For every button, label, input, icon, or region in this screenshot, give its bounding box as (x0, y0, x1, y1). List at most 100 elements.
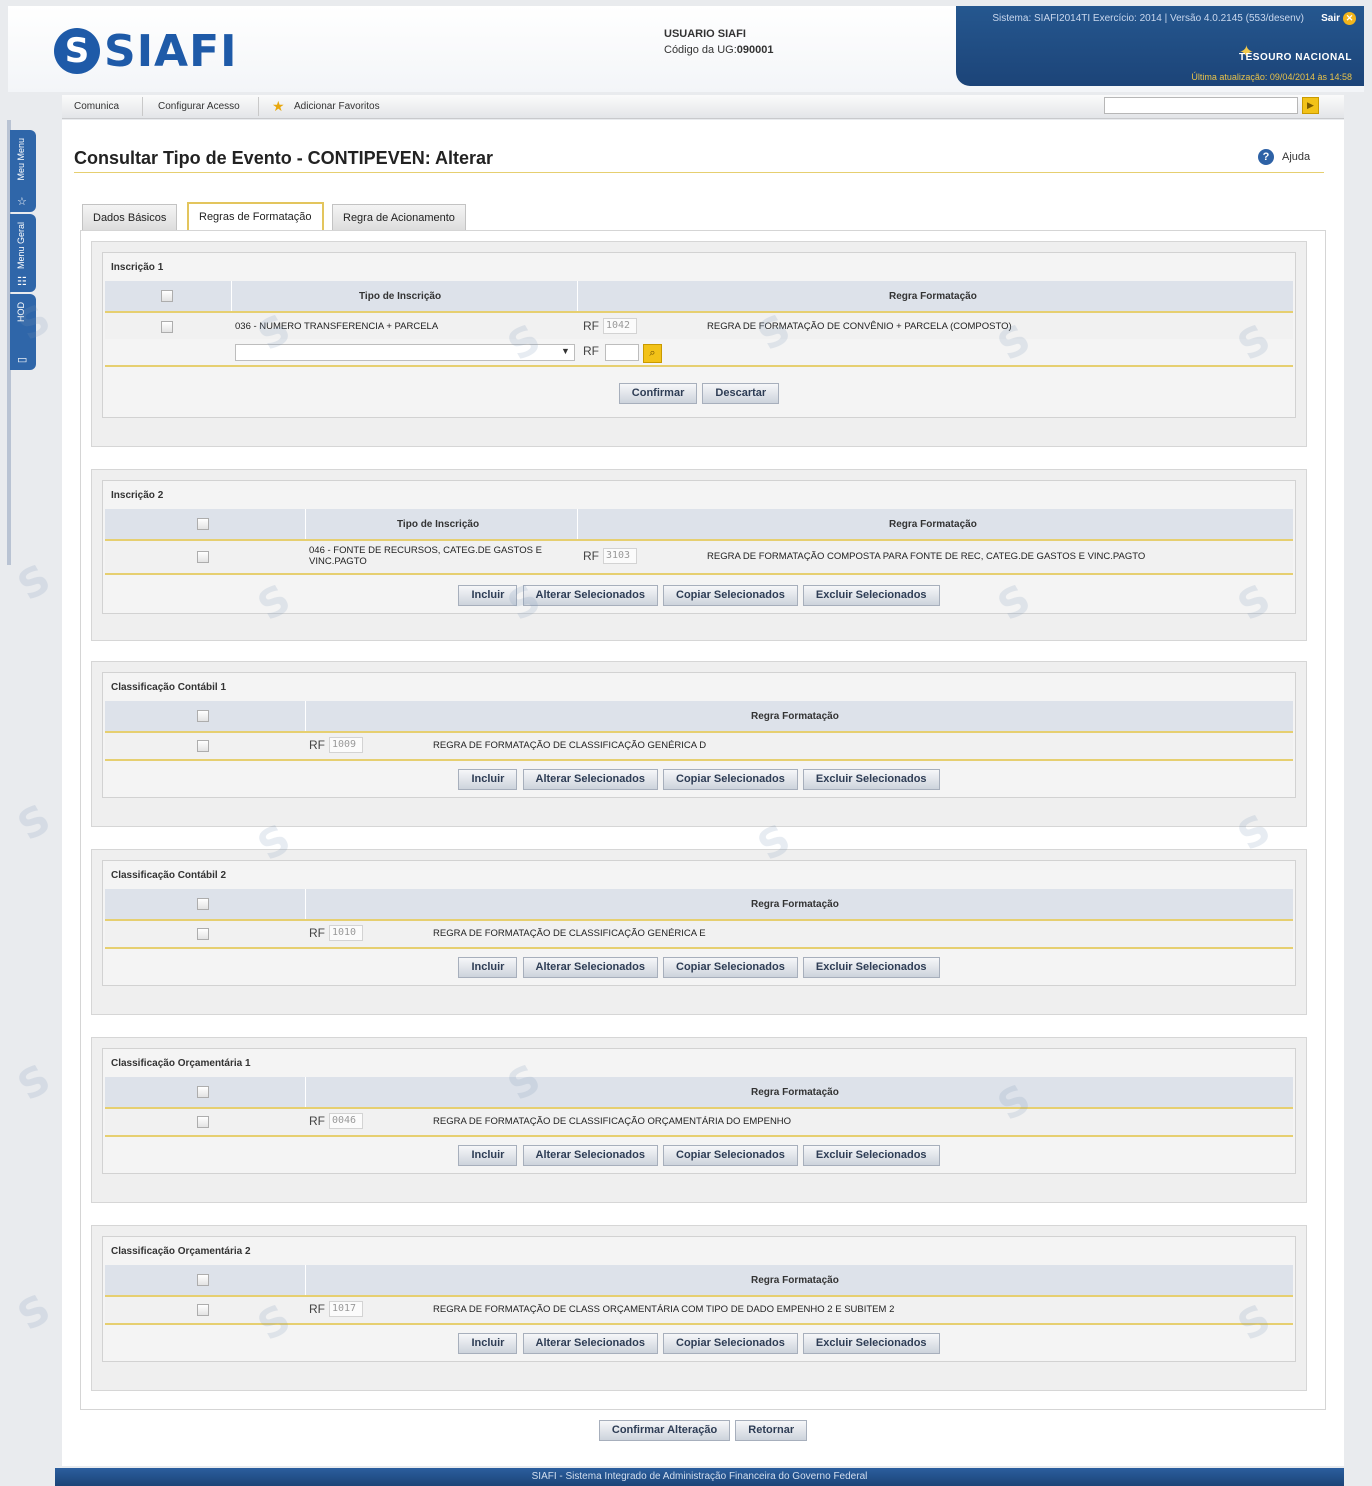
alterar-selecionados-button[interactable]: Alterar Selecionados (522, 1333, 658, 1354)
row-tipo-inscricao: 046 - FONTE DE RECURSOS, CATEG.DE GASTOS… (309, 545, 542, 567)
back-button[interactable]: Retornar (735, 1420, 808, 1441)
table-header: Regra Formatação (105, 701, 1293, 731)
column-separator (305, 701, 306, 731)
rf-code: 1017 (329, 1301, 363, 1317)
tab-regra-acionamento[interactable]: Regra de Acionamento (332, 204, 466, 231)
section-classificacao-orcamentaria-2: Classificação Orçamentária 2 Regra Forma… (91, 1225, 1307, 1391)
last-update: Última atualização: 09/04/2014 às 14:58 (1191, 72, 1352, 82)
section-inner: Classificação Contábil 1 Regra Formataçã… (102, 672, 1296, 798)
excluir-selecionados-button[interactable]: Excluir Selecionados (802, 585, 940, 606)
header: S SIAFI USUARIO SIAFI Código da UG:09000… (8, 6, 1364, 92)
select-all-checkbox[interactable] (197, 898, 209, 910)
table-row: RF 1009 REGRA DE FORMATAÇÃO DE CLASSIFIC… (105, 731, 1293, 761)
row-checkbox[interactable] (161, 321, 173, 333)
menu-configurar-acesso[interactable]: Configurar Acesso (158, 101, 240, 112)
rf-code: 1010 (329, 925, 363, 941)
chevron-down-icon[interactable]: ▼ (561, 346, 570, 356)
page-title: Consultar Tipo de Evento - CONTIPEVEN: A… (74, 148, 494, 168)
menu-adicionar-favoritos[interactable]: Adicionar Favoritos (294, 101, 380, 112)
section-inscricao-1: Inscrição 1 Tipo de Inscrição Regra Form… (91, 241, 1307, 447)
select-all-checkbox[interactable] (197, 710, 209, 722)
rf-input[interactable] (605, 344, 639, 361)
menu-search-go-icon[interactable]: ▶ (1302, 97, 1319, 114)
menu-comunica[interactable]: Comunica (74, 101, 119, 112)
row-actions: Incluir Alterar Selecionados Copiar Sele… (103, 1333, 1295, 1354)
side-tab-meu-menu[interactable]: Meu Menu ☆ (10, 130, 36, 212)
row-actions: Confirmar Descartar (103, 383, 1295, 404)
section-inner: Classificação Orçamentária 2 Regra Forma… (102, 1236, 1296, 1362)
column-separator (231, 281, 232, 311)
section-classificacao-orcamentaria-1: Classificação Orçamentária 1 Regra Forma… (91, 1037, 1307, 1203)
menu-search-input[interactable] (1104, 97, 1298, 114)
row-regra: REGRA DE FORMATAÇÃO DE CLASS ORÇAMENTÁRI… (433, 1304, 895, 1315)
row-checkbox[interactable] (197, 928, 209, 940)
confirm-button[interactable]: Confirmar (618, 383, 698, 404)
alterar-selecionados-button[interactable]: Alterar Selecionados (522, 769, 658, 790)
section-title: Inscrição 2 (111, 490, 164, 501)
table-header: Tipo de Inscrição Regra Formatação (105, 509, 1293, 539)
exit-icon[interactable]: ✕ (1343, 12, 1356, 25)
select-all-checkbox[interactable] (197, 518, 209, 530)
incluir-button[interactable]: Incluir (458, 1145, 518, 1166)
select-all-checkbox[interactable] (161, 290, 173, 302)
copiar-selecionados-button[interactable]: Copiar Selecionados (663, 769, 798, 790)
confirm-alteration-button[interactable]: Confirmar Alteração (598, 1420, 731, 1441)
excluir-selecionados-button[interactable]: Excluir Selecionados (802, 1145, 940, 1166)
incluir-button[interactable]: Incluir (458, 769, 518, 790)
siafi-logo-icon: S (54, 28, 100, 74)
rf-label: RF (583, 549, 599, 563)
column-separator (305, 1265, 306, 1295)
select-all-checkbox[interactable] (197, 1086, 209, 1098)
copiar-selecionados-button[interactable]: Copiar Selecionados (663, 1145, 798, 1166)
menu-separator (258, 97, 259, 116)
alterar-selecionados-button[interactable]: Alterar Selecionados (522, 585, 658, 606)
col-regra-formatacao: Regra Formatação (751, 1275, 839, 1286)
ug-label: Código da UG: (664, 44, 737, 56)
search-icon[interactable]: ⌕ (643, 344, 662, 363)
star-icon[interactable]: ★ (272, 98, 285, 115)
side-tab-hod[interactable]: HOD ▭ (10, 294, 36, 370)
section-classificacao-contabil-2: Classificação Contábil 2 Regra Formataçã… (91, 849, 1307, 1015)
tab-dados-basicos[interactable]: Dados Básicos (82, 204, 178, 231)
exit-link[interactable]: Sair (1321, 13, 1340, 24)
row-checkbox[interactable] (197, 551, 209, 563)
sitemap-icon: ☷ (17, 276, 27, 288)
footer: SIAFI - Sistema Integrado de Administraç… (55, 1468, 1344, 1486)
excluir-selecionados-button[interactable]: Excluir Selecionados (802, 1333, 940, 1354)
table-row: RF 0046 REGRA DE FORMATAÇÃO DE CLASSIFIC… (105, 1107, 1293, 1137)
ug-info: Código da UG:090001 (664, 42, 773, 58)
row-regra: REGRA DE FORMATAÇÃO DE CLASSIFICAÇÃO ORÇ… (433, 1116, 792, 1127)
alterar-selecionados-button[interactable]: Alterar Selecionados (522, 1145, 658, 1166)
copiar-selecionados-button[interactable]: Copiar Selecionados (663, 1333, 798, 1354)
excluir-selecionados-button[interactable]: Excluir Selecionados (802, 769, 940, 790)
incluir-button[interactable]: Incluir (458, 957, 518, 978)
incluir-button[interactable]: Incluir (458, 585, 518, 606)
content-area: Consultar Tipo de Evento - CONTIPEVEN: A… (62, 120, 1344, 1466)
side-tab-label: Menu Geral (16, 222, 26, 270)
column-separator (305, 1077, 306, 1107)
table-row: 046 - FONTE DE RECURSOS, CATEG.DE GASTOS… (105, 539, 1293, 575)
watermark-logo: S (10, 795, 59, 851)
col-tipo-inscricao: Tipo de Inscrição (397, 519, 480, 530)
copiar-selecionados-button[interactable]: Copiar Selecionados (663, 957, 798, 978)
column-separator (577, 281, 578, 311)
excluir-selecionados-button[interactable]: Excluir Selecionados (802, 957, 940, 978)
row-checkbox[interactable] (197, 740, 209, 752)
copiar-selecionados-button[interactable]: Copiar Selecionados (663, 585, 798, 606)
select-all-checkbox[interactable] (197, 1274, 209, 1286)
side-tab-label: Meu Menu (16, 138, 26, 181)
siafi-logo: S SIAFI (54, 26, 237, 77)
table-header: Regra Formatação (105, 1265, 1293, 1295)
help-link[interactable]: Ajuda (1282, 151, 1310, 163)
column-separator (305, 509, 306, 539)
section-classificacao-contabil-1: Classificação Contábil 1 Regra Formataçã… (91, 661, 1307, 827)
row-checkbox[interactable] (197, 1116, 209, 1128)
row-checkbox[interactable] (197, 1304, 209, 1316)
help-icon[interactable]: ? (1258, 149, 1274, 165)
tab-regras-formatacao[interactable]: Regras de Formatação (187, 202, 324, 231)
side-tab-menu-geral[interactable]: Menu Geral ☷ (10, 214, 36, 292)
incluir-button[interactable]: Incluir (458, 1333, 518, 1354)
alterar-selecionados-button[interactable]: Alterar Selecionados (522, 957, 658, 978)
tipo-inscricao-select[interactable] (235, 344, 575, 361)
discard-button[interactable]: Descartar (702, 383, 780, 404)
